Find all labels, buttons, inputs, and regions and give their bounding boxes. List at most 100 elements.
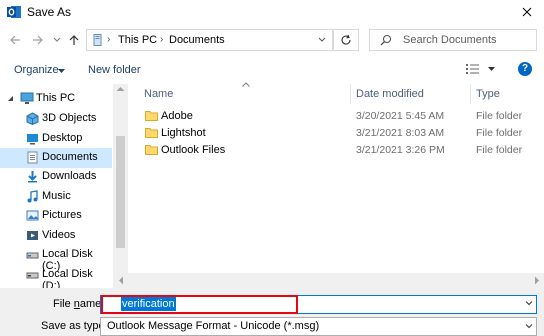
close-button[interactable] — [510, 0, 544, 24]
desktop-icon — [27, 134, 38, 145]
nav-item-videos[interactable]: Videos — [0, 226, 112, 246]
nav-item-label: Desktop — [42, 132, 83, 144]
save-form: File name: verification Save as type: Ou… — [0, 288, 544, 336]
highlight-annotation-box — [101, 295, 298, 314]
chevron-down-icon[interactable] — [524, 298, 534, 308]
column-divider[interactable] — [350, 84, 351, 104]
scroll-up-icon[interactable] — [116, 86, 125, 92]
file-date: 3/21/2021 8:03 AM — [356, 127, 445, 139]
save-as-dialog: Save As › This PC › Documents Search Doc… — [0, 0, 544, 336]
forward-arrow-icon — [33, 35, 43, 45]
save-as-type-select[interactable]: Outlook Message Format - Unicode (*.msg) — [100, 317, 537, 336]
nav-item-label: Downloads — [42, 170, 97, 182]
nav-item-label: Music — [42, 190, 71, 202]
nav-item-downloads[interactable]: Downloads — [0, 167, 112, 187]
column-divider[interactable] — [470, 84, 471, 104]
folder-icon — [145, 111, 158, 121]
file-list: Name Date modified Type Adobe 3/20/2021 … — [130, 82, 544, 280]
file-row-lightshot[interactable]: Lightshot 3/21/2021 8:03 AM File folder — [130, 125, 544, 142]
file-row-outlook-files[interactable]: Outlook Files 3/21/2021 3:26 PM File fol… — [130, 142, 544, 159]
this-pc-icon — [93, 34, 102, 46]
window-title: Save As — [27, 5, 72, 19]
folder-icon — [145, 145, 158, 155]
chevron-down-icon[interactable] — [524, 321, 534, 331]
nav-item-local-disk-c[interactable]: Local Disk (C:) — [0, 245, 112, 272]
folder-icon — [145, 128, 158, 138]
file-name-label: File name: — [53, 298, 104, 310]
organize-button[interactable]: Organize — [14, 64, 65, 76]
file-type: File folder — [476, 127, 523, 139]
column-header-date-modified[interactable]: Date modified — [356, 88, 424, 108]
nav-item-local-disk-d[interactable]: Local Disk (D:) — [0, 265, 112, 292]
horizontal-scrollbar[interactable] — [114, 273, 544, 288]
refresh-icon — [341, 34, 351, 45]
nav-item-desktop[interactable]: Desktop — [0, 129, 112, 149]
file-type: File folder — [476, 144, 523, 156]
close-icon — [522, 7, 532, 17]
forward-button[interactable] — [29, 31, 47, 49]
new-folder-button[interactable]: New folder — [88, 64, 141, 76]
back-button[interactable] — [6, 31, 24, 49]
nav-item-label: Videos — [42, 229, 76, 241]
file-date: 3/21/2021 3:26 PM — [356, 144, 445, 156]
navigation-pane: This PC 3D Objects Desktop Documents Dow… — [0, 84, 128, 292]
drive-icon — [26, 252, 39, 259]
documents-icon — [27, 151, 38, 164]
search-placeholder: Search Documents — [403, 34, 497, 46]
file-name: Outlook Files — [161, 144, 226, 156]
scroll-right-icon[interactable] — [534, 276, 540, 285]
organize-label: Organize — [14, 64, 59, 76]
nav-pane-scrollbar[interactable] — [113, 84, 128, 288]
column-header-type[interactable]: Type — [476, 88, 500, 108]
command-bar: Organize New folder ? — [0, 56, 544, 84]
recent-locations-button[interactable] — [48, 31, 66, 49]
save-as-type-label: Save as type: — [41, 320, 108, 332]
nav-item-documents[interactable]: Documents — [0, 148, 112, 168]
file-row-adobe[interactable]: Adobe 3/20/2021 5:45 AM File folder — [130, 108, 544, 125]
file-date: 3/20/2021 5:45 AM — [356, 110, 445, 122]
3d-objects-icon — [26, 112, 39, 125]
search-icon — [380, 34, 392, 46]
new-folder-label: New folder — [88, 64, 141, 76]
nav-item-label: 3D Objects — [42, 112, 97, 124]
breadcrumb-documents[interactable]: Documents — [169, 34, 225, 46]
file-name-label-prefix: File — [53, 298, 74, 310]
drive-icon — [26, 272, 39, 279]
nav-item-this-pc[interactable]: This PC — [0, 89, 112, 109]
breadcrumb-separator: › — [107, 34, 111, 45]
expand-chevron-icon — [8, 96, 13, 101]
caret-down-icon — [58, 69, 65, 73]
nav-item-3d-objects[interactable]: 3D Objects — [0, 109, 112, 129]
nav-item-label: Pictures — [42, 209, 82, 221]
address-bar[interactable]: › This PC › Documents — [86, 29, 333, 51]
breadcrumb-this-pc[interactable]: This PC — [118, 34, 157, 46]
refresh-button[interactable] — [333, 29, 359, 51]
scroll-left-icon[interactable] — [118, 276, 124, 285]
nav-item-label: Documents — [42, 151, 98, 163]
music-icon — [27, 190, 38, 203]
nav-item-label: This PC — [36, 92, 76, 104]
view-options-icon[interactable] — [465, 63, 481, 76]
view-dropdown-icon[interactable] — [488, 67, 495, 71]
address-dropdown-button[interactable] — [311, 29, 333, 51]
navigation-row: › This PC › Documents Search Documents — [0, 24, 544, 56]
chevron-down-icon — [318, 37, 325, 42]
nav-item-pictures[interactable]: Pictures — [0, 206, 112, 226]
column-header-name[interactable]: Name — [144, 88, 173, 108]
nav-scroll-thumb[interactable] — [116, 136, 125, 248]
up-button[interactable] — [65, 31, 83, 49]
breadcrumb-separator: › — [160, 34, 164, 45]
file-name: Adobe — [161, 110, 193, 122]
search-input[interactable]: Search Documents — [369, 29, 537, 51]
nav-item-music[interactable]: Music — [0, 187, 112, 207]
outlook-app-icon — [7, 6, 21, 18]
sort-ascending-icon — [242, 82, 250, 87]
help-icon[interactable]: ? — [518, 62, 532, 76]
title-bar: Save As — [0, 0, 544, 24]
pc-icon — [20, 92, 34, 104]
up-arrow-icon — [69, 35, 79, 45]
chevron-down-icon — [53, 37, 61, 42]
back-arrow-icon — [10, 35, 20, 45]
file-type: File folder — [476, 110, 523, 122]
save-as-type-value: Outlook Message Format - Unicode (*.msg) — [107, 320, 320, 332]
